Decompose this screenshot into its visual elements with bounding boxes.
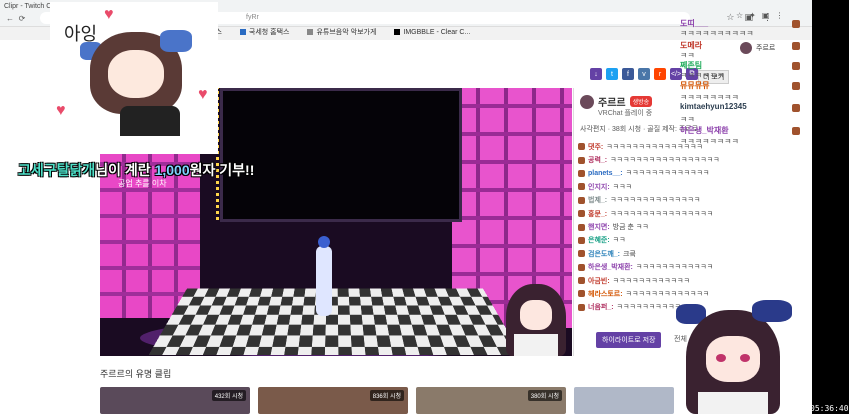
badge-icon [578,156,585,164]
star-icon[interactable]: ☆ [736,11,743,20]
back-icon[interactable]: ← [6,14,14,23]
donor-name: 고세구탈닭개 [18,162,96,178]
clip-thumbnail[interactable]: 432회 시청 [100,387,250,414]
live-badge: 생방송 [629,96,653,107]
reddit-icon[interactable]: r [654,68,666,80]
donation-amount: 1,000 [154,162,190,178]
twitter-icon[interactable]: t [606,68,618,80]
chat-username[interactable]: 헤라스토르: [588,289,623,299]
profile-chip[interactable]: 주르르 [740,42,775,54]
bookmark-item[interactable]: 국세청 홈택스 [239,27,289,37]
overlay-chat-username: 뮤뮤뮤뮤 [680,81,710,90]
profile-name: 주르르 [756,45,776,52]
badge-icon [578,277,585,285]
reload-icon[interactable]: ⟳ [18,14,26,23]
overlay-chat-message: ㅋㅋㅋㅋㅋㅋㅋㅋ [680,137,739,146]
donation-unit: 원자 기부!! [189,162,255,178]
badge-icon [578,290,585,298]
bookmarks-bar: 북스 국세청 홈택스 유튜브음악 악보가게 IMGBBLE - Clear C.… [200,26,470,38]
black-margin [812,0,849,414]
badge-icon [792,42,800,50]
facebook-icon[interactable]: f [622,68,634,80]
chat-text: ㅋㅋㅋ [612,183,632,191]
overlay-chat-message: ㅋㅋ [680,115,695,124]
badge-icon [792,20,800,28]
overlay-toolbar: ☆ ✦ ▣ ⋮ [736,11,783,20]
chat-username[interactable]: 아금빈: [588,276,610,286]
heart-icon: ♥ [104,6,114,23]
vrchat-avatar [316,236,332,316]
bookmark-icon [394,29,401,35]
chat-username[interactable]: 핸지면: [588,222,610,232]
heart-icon: ♥ [56,102,66,119]
channel-header: 주르르 생방송 [580,94,653,109]
bookmark-item[interactable]: IMGBBLE - Clear C... [394,29,470,36]
channel-game[interactable]: VRChat 플레이 중 [598,108,652,118]
chat-text: ㅋㅋ [612,237,626,245]
chat-username[interactable]: 하은생_박재환: [588,262,633,272]
badge-icon [578,223,585,231]
badge-icon [578,263,585,271]
chat-username[interactable]: 너음퍼_: [588,302,614,312]
avatar [740,42,752,54]
bookmark-item[interactable]: 유튜브음악 악보가게 [307,27,376,37]
chat-username[interactable]: 법제_: [588,195,607,205]
heart-icon: ♥ [198,86,208,103]
badge-icon [578,169,585,177]
overlay-chat-username: 하은생_박재환 [680,126,729,135]
chat-username[interactable]: 홍문_: [588,209,607,219]
menu-icon[interactable]: ⋮ [775,11,783,20]
badge-icon [792,104,800,112]
bookmark-icon [307,29,314,35]
image-icon[interactable]: ▣ [762,11,770,20]
badge-icon [578,236,585,244]
badge-icon [792,62,800,70]
badge-icon [578,250,585,258]
badge-icon [578,210,585,218]
donation-text: 님이 계란 [95,162,151,178]
checker-floor [148,288,522,356]
donation-alert: 고세구탈닭개님이 계란 1,000원자 기부!! [18,160,254,180]
save-highlight-button[interactable]: 하이라이트로 저장 [596,332,662,348]
avatar[interactable] [580,94,594,109]
badge-icon [792,127,800,135]
popular-clips-title: 주르르의 유명 클립 [100,369,172,379]
chat-username[interactable]: 검은도깨_: [588,249,620,259]
stream-clock: 05:36:40 [810,404,849,413]
chat-username[interactable]: 공력_: [588,155,607,165]
badge-icon [578,143,585,151]
vtuber-overlay-small [500,278,572,356]
clip-thumbnail[interactable] [574,387,674,414]
chat-text: 방금 춘 ㅋㅋ [612,224,649,232]
badge-icon [578,303,585,311]
donation-subtext: 공업 추를 이차 [118,179,167,188]
clip-thumbnail[interactable]: 836회 시청 [258,387,408,414]
channel-name[interactable]: 주르르 [598,94,626,109]
chat-username[interactable]: 은혜준: [588,235,610,245]
url-text: fyRr [246,14,259,21]
chat-text: 크킄 [622,250,636,258]
vtuber-overlay-large [676,300,792,414]
chat-username[interactable]: 댓주: [588,142,603,152]
bow-icon [160,30,192,52]
bookmark-icon [239,29,246,35]
puzzle-icon[interactable]: ✦ [749,11,756,20]
badge-icon [578,183,585,191]
stage-screen [220,88,462,222]
overlay-chat-message: ㅋㅋㅋㅋㅋㅋㅋㅋㅋㅋ [680,29,754,38]
download-icon[interactable]: ↓ [590,68,602,80]
badge-icon [578,196,585,204]
badge-icon [792,82,800,90]
overlay-chat-username: kimtaehyun12345 [680,102,747,111]
chat-username[interactable]: planets__: [588,170,623,177]
reaction-sticker: 아잉 ♥ ♥ ♥ [50,2,218,154]
chat-username[interactable]: 인지지: [588,182,610,192]
vk-icon[interactable]: v [638,68,650,80]
clip-thumbnail[interactable]: 380회 시청 [416,387,566,414]
